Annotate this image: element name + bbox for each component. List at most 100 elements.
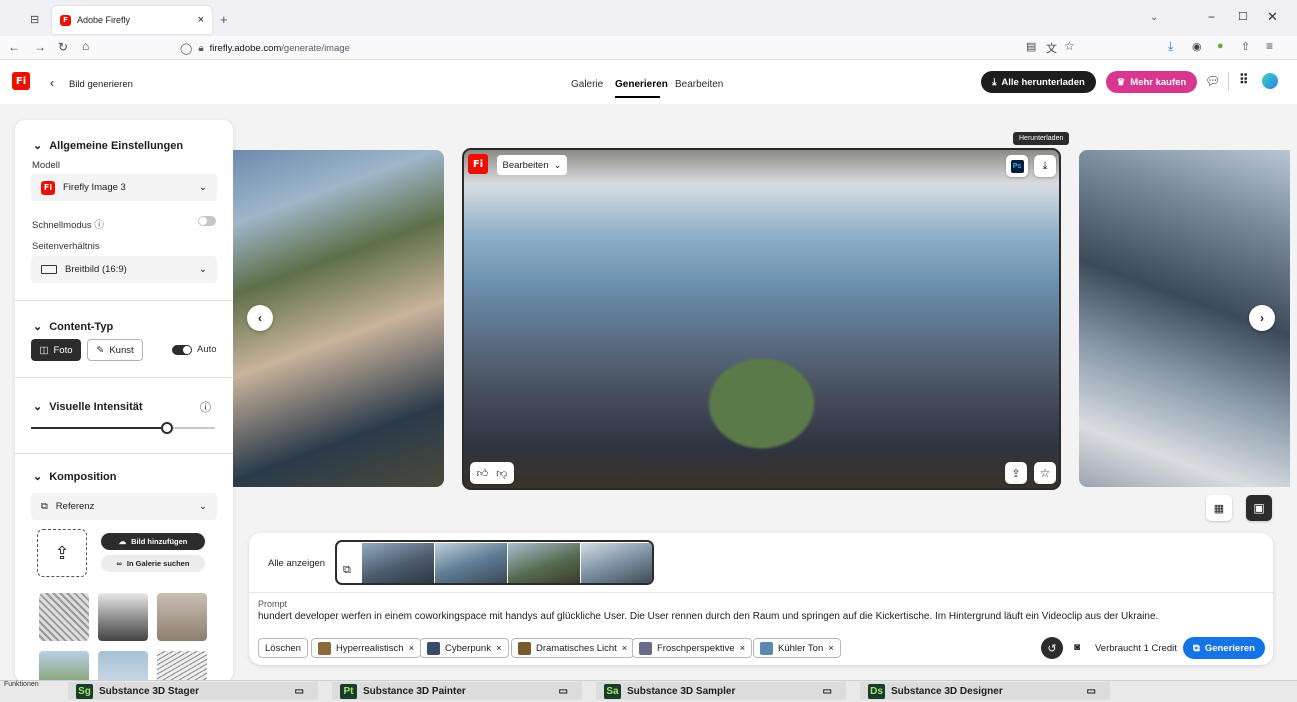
previous-image-button[interactable]: ‹ [247, 305, 273, 331]
grid-view-icon[interactable]: ▦ [1206, 495, 1232, 521]
close-tab-icon[interactable]: × [198, 14, 204, 26]
nav-generate[interactable]: Generieren [615, 79, 668, 90]
reload-icon[interactable]: ↻ [58, 40, 68, 54]
fast-mode-label: Schnellmodus ⓘ [32, 217, 104, 231]
style-chip[interactable]: Dramatisches Licht × [511, 638, 635, 658]
nav-gallery[interactable]: Galerie [571, 79, 603, 90]
page-title[interactable]: Bild generieren [69, 79, 133, 90]
style-chip[interactable]: Hyperrealistisch × [311, 638, 422, 658]
forward-icon[interactable]: → [34, 40, 46, 54]
back-chevron-icon[interactable]: ‹ [50, 76, 54, 90]
upload-image-icon[interactable]: ⇪ [37, 529, 87, 577]
translate-icon[interactable]: 文 [1046, 40, 1057, 56]
account-icon[interactable]: ◉ [1192, 40, 1202, 53]
extension-icon[interactable]: ● [1217, 40, 1224, 52]
reference-thumbnail[interactable] [39, 593, 89, 641]
feedback-icon[interactable]: 💬︎ [1205, 74, 1220, 88]
remove-icon[interactable]: × [622, 643, 628, 654]
show-all-button[interactable]: Alle anzeigen [268, 558, 325, 569]
add-image-button[interactable]: ☁ Bild hinzufügen [101, 533, 205, 550]
style-chip-label: Kühler Ton [778, 642, 824, 654]
reference-thumbnail[interactable] [98, 651, 148, 682]
generated-image-main[interactable]: Fi Bearbeiten ⌄ Ps ⤓ 👍︎ 👎︎ ⇪ ☆ [462, 148, 1061, 490]
rating-buttons[interactable]: 👍︎ 👎︎ [470, 462, 514, 484]
remove-icon[interactable]: × [740, 643, 746, 654]
back-icon[interactable]: ← [8, 40, 20, 54]
apps-grid-icon[interactable]: ⠿ [1239, 72, 1249, 88]
style-chip[interactable]: Kühler Ton × [753, 638, 841, 658]
art-button[interactable]: ✎ Kunst [87, 339, 143, 361]
reference-thumbnail[interactable] [157, 593, 207, 641]
maximize-icon[interactable]: ☐ [1238, 10, 1248, 23]
intensity-slider-handle[interactable] [161, 422, 173, 434]
general-settings-header[interactable]: ⌄ Allgemeine Einstellungen [33, 139, 183, 153]
model-select[interactable]: Fi Firefly Image 3 ⌄ [31, 174, 217, 201]
minimize-icon[interactable]: − [1208, 10, 1215, 24]
style-chip[interactable]: Froschperspektive × [632, 638, 753, 658]
history-icon[interactable]: ↺ [1041, 637, 1063, 659]
remove-icon[interactable]: × [409, 643, 415, 654]
reader-view-icon[interactable]: ▤ [1026, 40, 1036, 53]
content-type-header[interactable]: ⌄ Content-Typ [33, 320, 113, 334]
info-icon[interactable]: ⓘ [94, 220, 104, 231]
visual-intensity-title: Visuelle Intensität [49, 400, 143, 413]
browser-tab[interactable]: F Adobe Firefly × [52, 6, 212, 34]
share-button[interactable]: ⇪ [1005, 462, 1027, 484]
auto-toggle[interactable] [172, 345, 192, 355]
search-gallery-button[interactable]: ∞ In Galerie suchen [101, 555, 205, 572]
photo-button[interactable]: ◫ Foto [31, 339, 81, 361]
shield-icon: ◯ [180, 42, 193, 55]
tab-list-icon[interactable]: ⊟ [30, 13, 39, 26]
share-icon[interactable]: ⇧ [1241, 40, 1250, 53]
style-chip-label: Hyperrealistisch [336, 642, 404, 654]
download-icon: ⤓ [992, 76, 997, 88]
close-window-icon[interactable]: ✕ [1267, 9, 1278, 25]
single-view-icon[interactable]: ▣ [1246, 495, 1272, 521]
clear-button[interactable]: Löschen [258, 638, 308, 658]
menu-icon[interactable]: ≡ [1266, 39, 1273, 53]
history-thumbnail[interactable] [435, 543, 507, 583]
new-tab-button[interactable]: + [220, 12, 228, 27]
taskbar-app-painter[interactable]: Pt Substance 3D Painter ▭ [332, 682, 582, 700]
url-field[interactable]: ◯ 🔒︎ firefly.adobe.com/generate/image [180, 40, 1080, 56]
firefly-logo-icon[interactable]: Fi [12, 72, 30, 90]
new-generation-icon[interactable]: ⧉ [343, 564, 351, 577]
reference-thumbnail[interactable] [157, 651, 207, 682]
download-all-button[interactable]: ⤓ Alle herunterladen [981, 71, 1096, 93]
aspect-ratio-select[interactable]: Breitbild (16:9) ⌄ [31, 256, 217, 283]
history-thumbnail[interactable] [508, 543, 580, 583]
bookmark-star-icon[interactable]: ☆ [1064, 39, 1075, 53]
composition-header[interactable]: ⌄ Komposition [33, 470, 116, 484]
taskbar-app-sampler[interactable]: Sa Substance 3D Sampler ▭ [596, 682, 846, 700]
prompt-input[interactable]: hundert developer werfen in einem cowork… [258, 611, 1258, 622]
generate-button[interactable]: ⧉ Generieren [1183, 637, 1265, 659]
remove-icon[interactable]: × [496, 643, 502, 654]
reference-thumbnail[interactable] [98, 593, 148, 641]
history-thumbnail[interactable] [581, 543, 652, 583]
fast-mode-toggle[interactable] [198, 216, 216, 226]
buy-more-button[interactable]: ♛ Mehr kaufen [1106, 71, 1197, 93]
list-tabs-chevron-icon[interactable]: ⌄ [1150, 12, 1158, 23]
monitor-icon: ▭ [822, 685, 832, 697]
history-thumbnail[interactable] [362, 543, 434, 583]
remove-icon[interactable]: × [828, 643, 834, 654]
next-image-button[interactable]: › [1249, 305, 1275, 331]
reference-thumbnail[interactable] [39, 651, 89, 682]
stager-icon: Sg [76, 683, 93, 699]
style-chip[interactable]: Cyberpunk × [420, 638, 509, 658]
reference-select[interactable]: ⧉ Referenz ⌄ [31, 493, 217, 520]
info-icon[interactable]: ⓘ [200, 399, 211, 415]
download-button[interactable]: ⤓ [1034, 155, 1056, 177]
taskbar-app-designer[interactable]: Ds Substance 3D Designer ▭ [860, 682, 1110, 700]
avatar[interactable] [1262, 73, 1278, 89]
photoshop-button[interactable]: Ps [1006, 155, 1028, 177]
favorite-button[interactable]: ☆ [1034, 462, 1056, 484]
downloads-icon[interactable]: ⤓ [1168, 39, 1173, 54]
visual-intensity-header[interactable]: ⌄ Visuelle Intensität [33, 400, 143, 414]
home-icon[interactable]: ⌂ [82, 39, 89, 53]
thumbs-down-icon[interactable]: 👎︎ [496, 467, 507, 480]
taskbar-app-stager[interactable]: Sg Substance 3D Stager ▭ [68, 682, 318, 700]
edit-dropdown[interactable]: Bearbeiten ⌄ [497, 155, 567, 175]
thumbs-up-icon[interactable]: 👍︎ [477, 467, 489, 480]
nav-edit[interactable]: Bearbeiten [675, 79, 723, 90]
